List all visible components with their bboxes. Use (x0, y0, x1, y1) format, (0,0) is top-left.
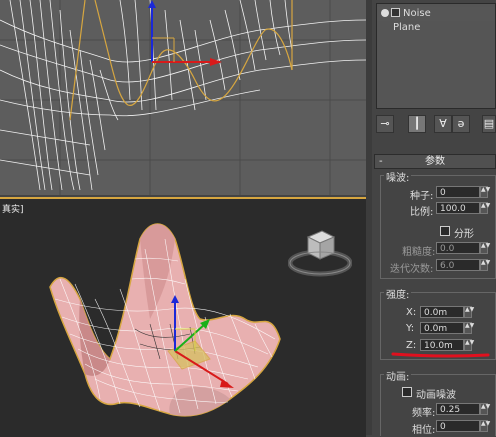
strength-x-label: X: (406, 307, 417, 318)
pin-stack-icon[interactable]: ⊸ (376, 115, 394, 133)
fractal-label: 分形 (454, 229, 474, 240)
collapse-icon: - (379, 156, 383, 167)
stack-item-label: Plane (393, 22, 421, 33)
noise-group-label: 噪波: (384, 169, 412, 184)
modifier-stack-list[interactable]: Noise Plane (376, 3, 496, 109)
stack-item-noise[interactable]: Noise (377, 7, 495, 21)
viewcube-icon[interactable] (288, 219, 352, 279)
seed-spinner[interactable]: ▲▼ (480, 186, 490, 198)
animate-noise-checkbox[interactable] (402, 387, 412, 397)
seed-input[interactable]: 0 (436, 186, 480, 198)
seed-label: 种子: (410, 191, 434, 202)
strength-group-label: 强度: (384, 286, 412, 301)
phase-label: 相位: (412, 425, 436, 436)
modifier-on-bulb-icon[interactable] (381, 9, 389, 17)
wireframe-noise-surface (0, 0, 366, 195)
perspective-viewport[interactable]: 真实] (0, 197, 366, 437)
animation-group-label: 动画: (384, 368, 412, 383)
frequency-input[interactable]: 0.25 (436, 403, 480, 415)
strength-y-spinner[interactable]: ▲▼ (464, 322, 474, 334)
iterations-spinner[interactable]: ▲▼ (480, 259, 490, 271)
phase-spinner[interactable]: ▲▼ (480, 420, 490, 432)
show-end-result-icon[interactable]: ┃ (408, 115, 426, 133)
roughness-input[interactable]: 0.0 (436, 242, 480, 254)
iterations-label: 迭代次数: (390, 264, 434, 275)
roughness-spinner[interactable]: ▲▼ (480, 242, 490, 254)
parameters-rollout-header[interactable]: - 参数 (374, 154, 496, 169)
strength-y-input[interactable]: 0.0m (420, 322, 464, 334)
frequency-label: 频率: (412, 408, 436, 419)
configure-sets-icon[interactable]: ▤ (482, 115, 496, 133)
scale-label: 比例: (410, 207, 434, 218)
frequency-spinner[interactable]: ▲▼ (480, 403, 490, 415)
red-annotation-underline (391, 352, 490, 358)
expand-box-icon[interactable] (391, 8, 400, 17)
fractal-checkbox[interactable] (440, 226, 450, 236)
strength-y-label: Y: (406, 323, 415, 334)
make-unique-icon[interactable]: ∀ (434, 115, 452, 133)
iterations-input[interactable]: 6.0 (436, 259, 480, 271)
rollout-title: 参数 (425, 156, 445, 167)
animate-noise-label: 动画噪波 (416, 390, 456, 401)
scale-input[interactable]: 100.0 (436, 202, 480, 214)
remove-modifier-icon[interactable]: ǝ (452, 115, 470, 133)
roughness-label: 粗糙度: (402, 247, 436, 258)
stack-toolbar: ⊸ ┃ ∀ ǝ ▤ (376, 113, 496, 135)
modify-panel: Noise Plane ⊸ ┃ ∀ ǝ ▤ - 参数 噪波: 种子: 0 ▲▼ … (372, 0, 496, 436)
stack-item-plane[interactable]: Plane (377, 21, 495, 35)
strength-x-input[interactable]: 0.0m (420, 306, 464, 318)
scale-spinner[interactable]: ▲▼ (480, 202, 490, 214)
strength-x-spinner[interactable]: ▲▼ (464, 306, 474, 318)
front-viewport[interactable] (0, 0, 366, 195)
stack-item-label: Noise (403, 8, 431, 19)
phase-input[interactable]: 0 (436, 420, 480, 432)
